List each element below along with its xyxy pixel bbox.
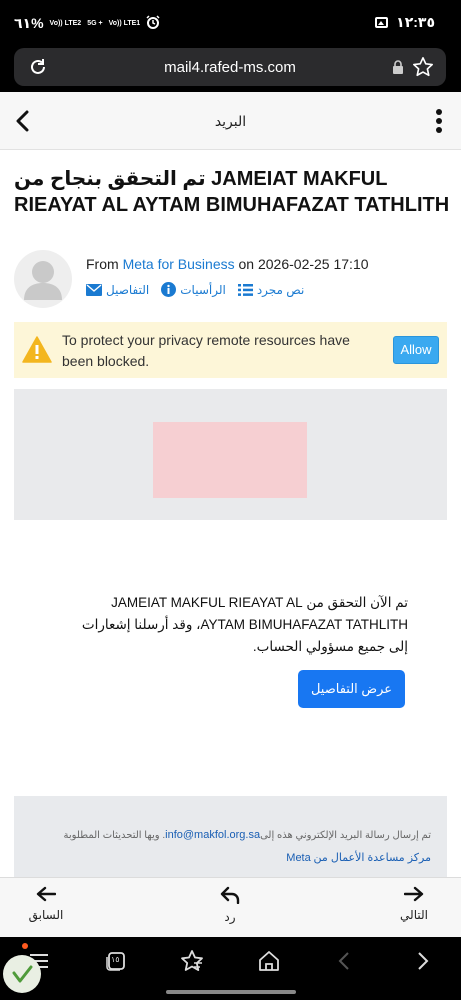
more-menu-icon[interactable] (432, 108, 446, 134)
next-label[interactable]: التالي (400, 908, 428, 922)
blocked-image-area (14, 389, 447, 520)
reply-icon (220, 886, 240, 904)
allow-button[interactable]: Allow (393, 336, 439, 364)
network-lte2: Vo)) LTE2 (49, 20, 82, 27)
gesture-home-indicator (166, 990, 296, 994)
message-action-bar: السابق رد التالي (0, 877, 461, 937)
bookmarks-star-icon[interactable] (180, 949, 204, 973)
lock-icon[interactable] (392, 60, 404, 74)
details-label[interactable]: التفاصيل (106, 283, 149, 297)
status-bar: ٦١% Vo)) LTE2 5G + Vo)) LTE1 ١٢:٣٥ (0, 0, 461, 44)
checkmark-icon (12, 965, 33, 983)
app-header: البريد (0, 92, 461, 150)
floating-app-icon[interactable] (3, 955, 41, 993)
person-icon (24, 261, 62, 300)
headers-link[interactable]: الرأسيات (161, 282, 226, 297)
view-details-button[interactable]: عرض التفاصيل (298, 670, 405, 708)
email-footer: تم إرسال رسالة البريد الإلكتروني هذه إلى… (14, 796, 447, 878)
list-icon (237, 283, 253, 296)
image-notification-icon (375, 17, 389, 28)
browser-navigation-bar: ١٥ (0, 937, 461, 1000)
browser-forward-icon[interactable] (410, 949, 434, 973)
avatar (14, 250, 72, 308)
footer-text: تم إرسال رسالة البريد الإلكتروني هذه إلى… (36, 824, 431, 870)
bookmark-star-icon[interactable] (412, 56, 434, 78)
status-left: ٦١% Vo)) LTE2 5G + Vo)) LTE1 (14, 15, 160, 32)
reply-label[interactable]: رد (224, 910, 235, 924)
previous-button[interactable]: السابق (22, 886, 70, 922)
previous-label[interactable]: السابق (29, 908, 64, 922)
sender-link[interactable]: Meta for Business (123, 256, 235, 272)
alarm-icon (146, 15, 160, 32)
status-right: ١٢:٣٥ (375, 14, 435, 31)
plain-text-label[interactable]: نص مجرد (257, 283, 305, 297)
help-center-link[interactable]: مركز مساعدة الأعمال من (314, 852, 431, 864)
footer-email-link[interactable]: info@makfol.org.sa (165, 829, 260, 841)
battery-indicator: ٦١% (14, 15, 44, 31)
meta-brand-link[interactable]: Meta (286, 852, 310, 864)
blocked-image-placeholder (153, 422, 307, 498)
info-icon (161, 282, 177, 297)
clock: ١٢:٣٥ (396, 14, 435, 30)
reply-button[interactable]: رد (206, 886, 254, 924)
body-line-2: AYTAM BIMUHAFAZAT TATHLITH، وقد أرسلنا إ… (81, 617, 408, 632)
tabs-count: ١٥ (111, 955, 120, 964)
privacy-message: To protect your privacy remote resources… (62, 332, 350, 369)
from-prefix: From (86, 256, 119, 272)
url-text[interactable]: mail4.rafed-ms.com (14, 59, 446, 76)
home-icon[interactable] (257, 949, 281, 973)
message-actions: التفاصيل الرأسيات نص مجرد (86, 282, 304, 297)
headers-label[interactable]: الرأسيات (180, 283, 226, 297)
browser-back-icon[interactable] (333, 949, 357, 973)
footer-line-2: مركز مساعدة الأعمال من Meta (36, 847, 431, 870)
notification-dot (22, 943, 28, 949)
email-subject: تم التحقق بنجاح من JAMEIAT MAKFUL RIEAYA… (14, 168, 450, 216)
privacy-banner: To protect your privacy remote resources… (14, 322, 447, 378)
url-field[interactable]: mail4.rafed-ms.com (14, 48, 446, 86)
header-title: البريد (214, 113, 247, 129)
date-prefix: on (238, 256, 255, 272)
tabs-button[interactable]: ١٥ (104, 949, 128, 973)
plain-text-link[interactable]: نص مجرد (237, 282, 305, 297)
arrow-right-icon (404, 886, 424, 902)
warning-icon (22, 336, 52, 363)
network-5g: 5G + (87, 20, 103, 27)
browser-address-bar: mail4.rafed-ms.com (0, 44, 461, 92)
footer-line-1: تم إرسال رسالة البريد الإلكتروني هذه إلى… (63, 829, 431, 841)
network-lte1: Vo)) LTE1 (108, 20, 141, 27)
message-date: 2026-02-25 17:10 (257, 256, 369, 272)
next-button[interactable]: التالي (390, 886, 438, 922)
body-line-1: تم الآن التحقق من JAMEIAT MAKFUL RIEAYAT… (111, 595, 408, 610)
email-body: تم الآن التحقق من JAMEIAT MAKFUL RIEAYAT… (60, 592, 408, 658)
details-link[interactable]: التفاصيل (86, 282, 149, 297)
envelope-icon (86, 283, 102, 296)
sender-line: From Meta for Business on 2026-02-25 17:… (86, 256, 369, 272)
arrow-left-icon (36, 886, 56, 902)
body-line-3: إلى جميع مسؤولي الحساب. (252, 639, 408, 654)
